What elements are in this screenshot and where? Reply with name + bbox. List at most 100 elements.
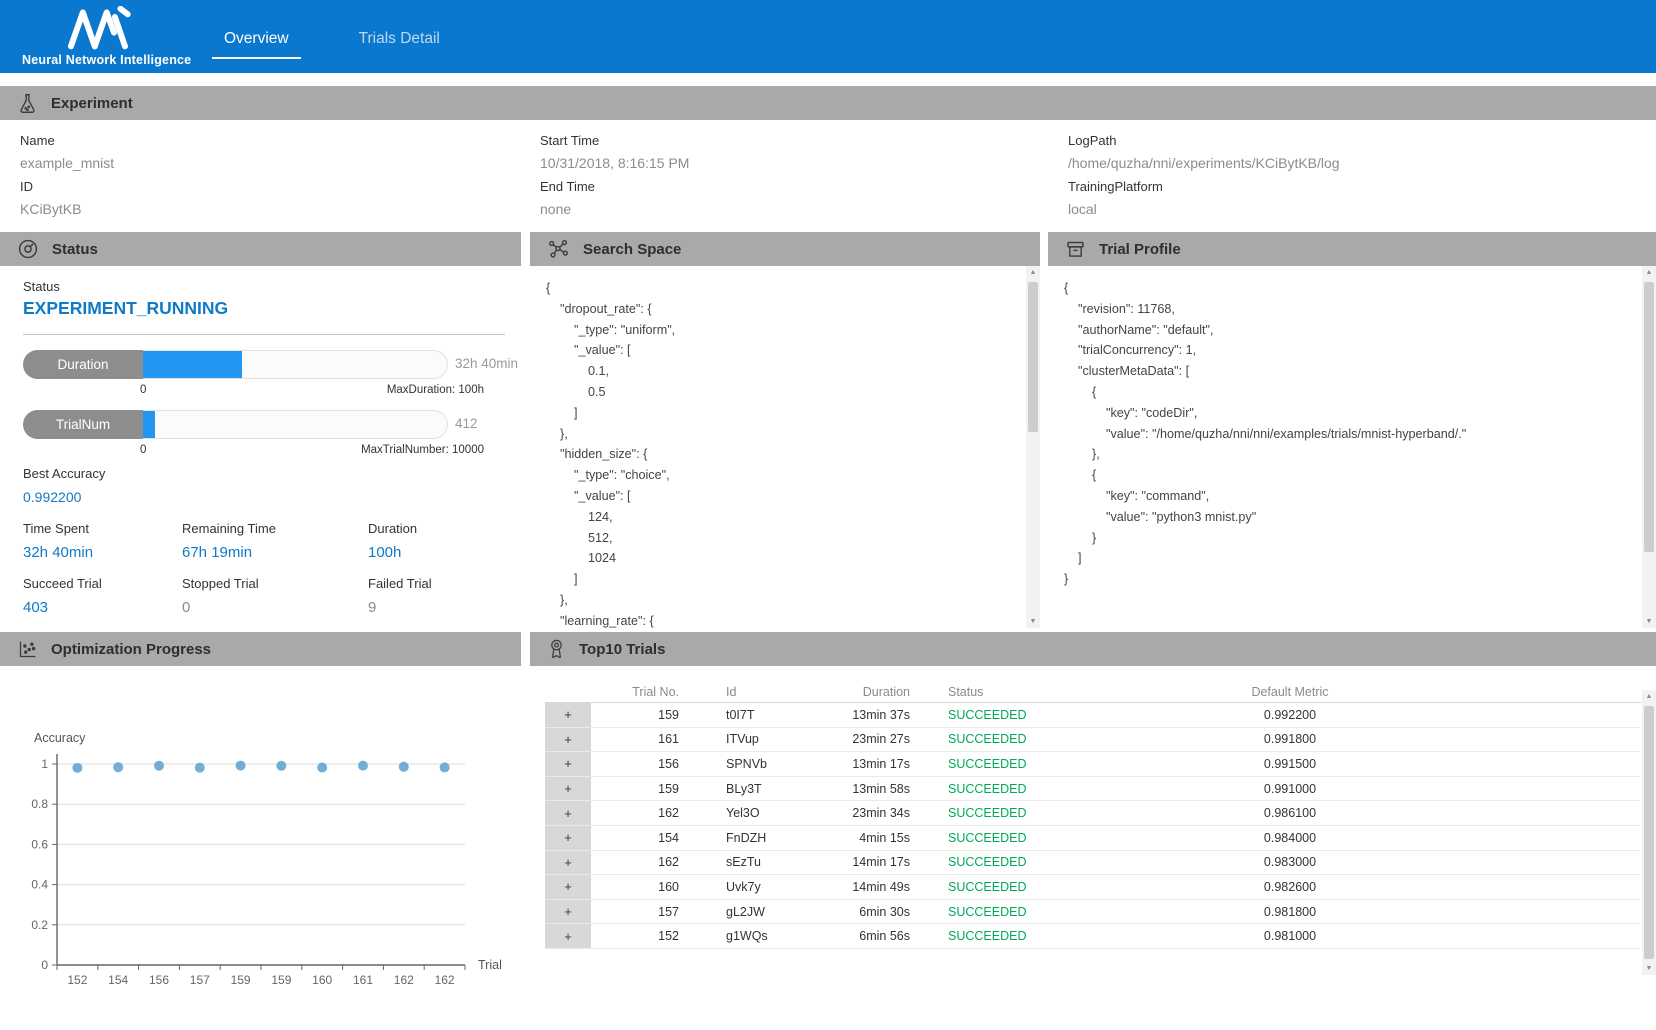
col-duration: Duration (810, 685, 910, 699)
cell-trial-no: 161 (591, 728, 695, 752)
scroll-down-icon[interactable]: ▼ (1026, 615, 1040, 628)
cell-duration: 23min 34s (810, 801, 910, 825)
field-platform-value: local (1068, 201, 1097, 217)
cell-trial-id: gL2JW (695, 900, 810, 924)
cell-trial-id: g1WQs (695, 924, 810, 948)
cell-status: SUCCEEDED (910, 728, 1090, 752)
expand-row-button[interactable]: + (545, 826, 591, 850)
cell-status: SUCCEEDED (910, 851, 1090, 875)
medal-icon (547, 638, 566, 660)
trial-row: +157gL2JW6min 30sSUCCEEDED0.981800 (545, 900, 1641, 925)
scroll-up-icon[interactable]: ▲ (1642, 690, 1656, 703)
search-space-json-text: { "dropout_rate": { "_type": "uniform", … (546, 266, 1016, 628)
app-header: Neural Network Intelligence Overview Tri… (0, 0, 1656, 73)
expand-row-button[interactable]: + (545, 728, 591, 752)
cell-trial-id: FnDZH (695, 826, 810, 850)
cell-default-metric: 0.991000 (1090, 777, 1490, 801)
stat-succeed-trial-value: 403 (23, 599, 48, 616)
expand-row-button[interactable]: + (545, 875, 591, 899)
scroll-down-icon[interactable]: ▼ (1642, 615, 1656, 628)
cell-status: SUCCEEDED (910, 826, 1090, 850)
trial-profile-json: { "revision": 11768, "authorName": "defa… (1064, 266, 1629, 628)
search-space-scrollbar[interactable]: ▲ ▼ (1026, 266, 1040, 628)
trials-table-header: Trial No. Id Duration Status Default Met… (545, 681, 1641, 703)
y-tick-label: 0.4 (31, 878, 48, 892)
brand-title: Neural Network Intelligence (22, 53, 191, 67)
trial-row: +156SPNVb13min 17sSUCCEEDED0.991500 (545, 752, 1641, 777)
cell-trial-no: 162 (591, 801, 695, 825)
expand-row-button[interactable]: + (545, 703, 591, 727)
field-logpath-label: LogPath (1068, 133, 1116, 148)
top-trials-title: Top10 Trials (579, 641, 665, 658)
duration-progress: Duration 32h 40min (23, 350, 448, 379)
scroll-up-icon[interactable]: ▲ (1642, 266, 1656, 279)
trial-profile-scrollbar[interactable]: ▲ ▼ (1642, 266, 1656, 628)
experiment-title: Experiment (51, 95, 133, 112)
top-trials-panel-header: Top10 Trials (530, 632, 1656, 666)
status-value: EXPERIMENT_RUNNING (23, 298, 228, 319)
scatter-point (154, 761, 164, 771)
cell-trial-no: 152 (591, 924, 695, 948)
x-axis-label: Trial (478, 958, 502, 972)
cell-status: SUCCEEDED (910, 875, 1090, 899)
cell-duration: 6min 56s (810, 924, 910, 948)
divider (23, 334, 505, 335)
field-id-label: ID (20, 179, 33, 194)
cell-status: SUCCEEDED (910, 752, 1090, 776)
x-tick-label: 152 (67, 973, 87, 987)
field-end-time-value: none (540, 201, 571, 217)
cell-default-metric: 0.983000 (1090, 851, 1490, 875)
trials-table-scroll-thumb[interactable] (1644, 706, 1654, 959)
cell-trial-no: 160 (591, 875, 695, 899)
gauge-icon (17, 238, 39, 260)
expand-row-button[interactable]: + (545, 924, 591, 948)
x-tick-label: 160 (312, 973, 332, 987)
col-id: Id (695, 685, 810, 699)
cell-default-metric: 0.991800 (1090, 728, 1490, 752)
stat-remaining-time-value: 67h 19min (182, 544, 252, 561)
cell-default-metric: 0.991500 (1090, 752, 1490, 776)
expand-row-button[interactable]: + (545, 752, 591, 776)
x-tick-label: 157 (190, 973, 210, 987)
cell-status: SUCCEEDED (910, 924, 1090, 948)
scatter-point (276, 761, 286, 771)
trialnum-progress-fill (143, 411, 155, 438)
tab-overview[interactable]: Overview (212, 30, 301, 59)
col-trial-no: Trial No. (591, 685, 695, 699)
cell-trial-no: 159 (591, 777, 695, 801)
status-panel-header: Status (0, 232, 521, 266)
stat-failed-trial-value: 9 (368, 599, 376, 616)
trialnum-progress-label: TrialNum (23, 410, 143, 439)
trial-profile-scroll-thumb[interactable] (1644, 282, 1654, 552)
trial-row: +162sEzTu14min 17sSUCCEEDED0.983000 (545, 851, 1641, 876)
duration-progress-track (143, 350, 448, 379)
trials-table-scrollbar[interactable]: ▲ ▼ (1642, 690, 1656, 975)
expand-row-button[interactable]: + (545, 777, 591, 801)
cell-trial-id: SPNVb (695, 752, 810, 776)
stat-duration-label: Duration (368, 521, 417, 536)
stat-failed-trial-label: Failed Trial (368, 576, 432, 591)
search-space-scroll-thumb[interactable] (1028, 282, 1038, 432)
archive-box-icon (1065, 239, 1086, 260)
field-start-time-label: Start Time (540, 133, 599, 148)
tab-trials-detail[interactable]: Trials Detail (347, 30, 452, 59)
y-tick-label: 0.8 (31, 797, 48, 811)
search-space-title: Search Space (583, 241, 681, 258)
trial-profile-json-text: { "revision": 11768, "authorName": "defa… (1064, 266, 1629, 590)
scroll-up-icon[interactable]: ▲ (1026, 266, 1040, 279)
x-tick-label: 159 (231, 973, 251, 987)
trialnum-progress-track (143, 410, 448, 439)
expand-row-button[interactable]: + (545, 851, 591, 875)
x-tick-label: 162 (435, 973, 455, 987)
cell-default-metric: 0.986100 (1090, 801, 1490, 825)
flask-icon (17, 92, 38, 115)
tab-trials-detail-label: Trials Detail (359, 30, 440, 47)
cell-trial-id: Yel3O (695, 801, 810, 825)
expand-row-button[interactable]: + (545, 801, 591, 825)
expand-row-button[interactable]: + (545, 900, 591, 924)
trial-row: +161ITVup23min 27sSUCCEEDED0.991800 (545, 728, 1641, 753)
scroll-down-icon[interactable]: ▼ (1642, 962, 1656, 975)
col-status: Status (910, 685, 1090, 699)
y-tick-label: 1 (41, 757, 48, 771)
cell-duration: 6min 30s (810, 900, 910, 924)
